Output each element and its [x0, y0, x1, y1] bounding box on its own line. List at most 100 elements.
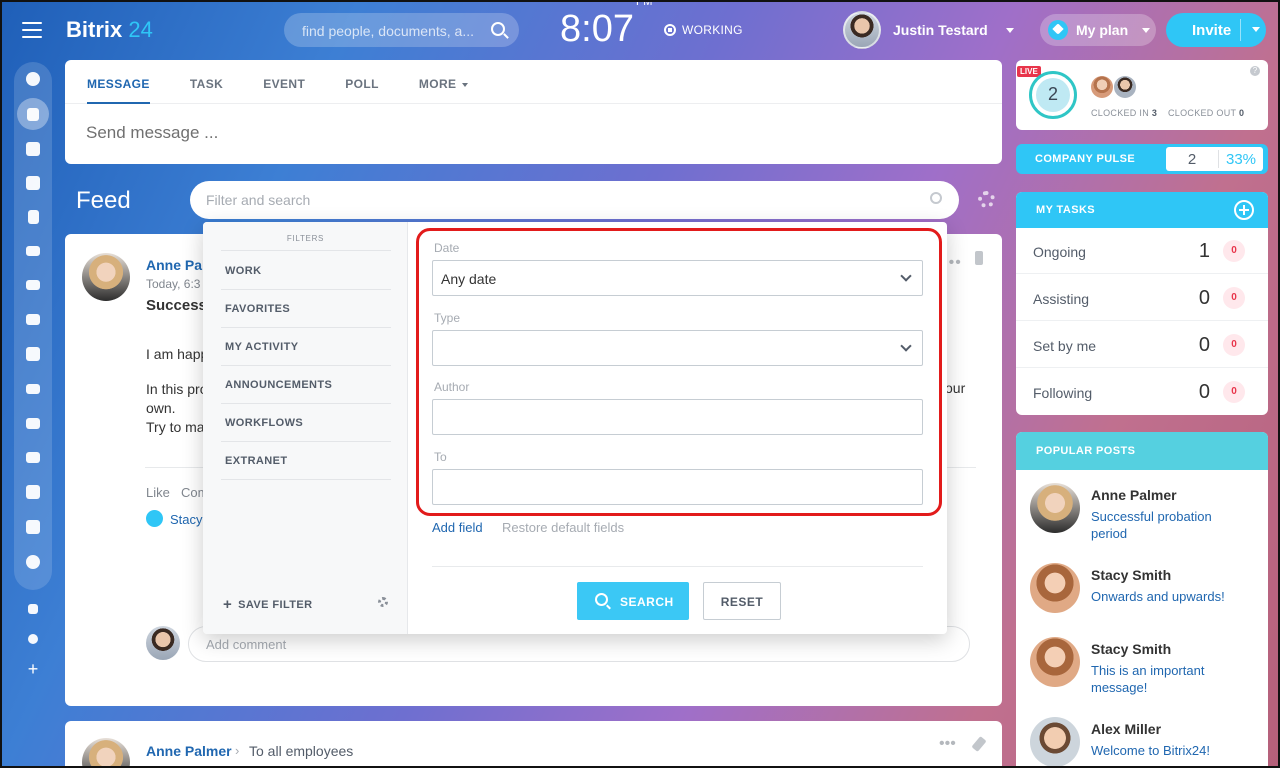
feed-settings-gear-icon[interactable]: [978, 191, 995, 208]
global-search-input[interactable]: find people, documents, a...: [284, 13, 519, 47]
author-avatar[interactable]: [1030, 563, 1080, 613]
commenter-avatar: [146, 626, 180, 660]
documents-icon[interactable]: [22, 206, 44, 228]
task-row-label: Assisting: [1033, 291, 1090, 307]
author-avatar[interactable]: [1030, 717, 1080, 767]
pin-icon[interactable]: [975, 251, 983, 265]
filter-presets-panel: FILTERS WORK FAVORITES MY ACTIVITY ANNOU…: [203, 222, 408, 634]
task-row-ongoing[interactable]: Ongoing 1 0: [1016, 228, 1268, 274]
logo-number: 24: [128, 17, 153, 42]
liker-name[interactable]: Stacy: [170, 512, 203, 527]
crm-funnel-icon[interactable]: [22, 378, 44, 400]
author-avatar[interactable]: [1030, 637, 1080, 687]
mail-icon[interactable]: [22, 274, 44, 296]
more-chevron-icon[interactable]: [22, 551, 44, 573]
left-nav-rail: +: [0, 0, 64, 768]
clocked-out-label: CLOCKED OUT: [1168, 108, 1237, 118]
robot-icon[interactable]: [22, 481, 44, 503]
apps-icon[interactable]: [22, 516, 44, 538]
filter-placeholder: Filter and search: [206, 192, 311, 208]
search-button[interactable]: SEARCH: [577, 582, 689, 620]
save-filter-button[interactable]: + SAVE FILTER: [223, 596, 312, 613]
app-logo[interactable]: Bitrix 24: [66, 17, 153, 43]
author-avatar[interactable]: [82, 253, 130, 301]
filter-preset-work[interactable]: WORK: [225, 265, 261, 277]
settings-gear-icon[interactable]: [22, 628, 44, 650]
more-dots-icon[interactable]: •••: [939, 735, 956, 753]
user-menu[interactable]: Justin Testard: [843, 11, 1014, 49]
help-icon[interactable]: ?: [1250, 66, 1260, 76]
task-row-following[interactable]: Following 0 0: [1016, 369, 1268, 415]
my-plan-button[interactable]: My plan: [1040, 14, 1156, 46]
pulse-value: 2: [1187, 151, 1197, 168]
filter-preset-my-activity[interactable]: MY ACTIVITY: [225, 341, 298, 353]
contact-center-icon[interactable]: [22, 446, 44, 468]
task-row-assisting[interactable]: Assisting 0 0: [1016, 275, 1268, 321]
employees-icon[interactable]: [22, 308, 44, 330]
popular-post-link[interactable]: Welcome to Bitrix24!: [1091, 742, 1251, 759]
company-pulse-widget[interactable]: COMPANY PULSE 2 33%: [1016, 144, 1268, 174]
pulse-values: 2 33%: [1166, 147, 1263, 171]
clock-time: 8:07: [560, 8, 634, 50]
pin-icon[interactable]: [971, 736, 987, 752]
tab-more[interactable]: MORE: [419, 60, 469, 103]
sitemap-icon[interactable]: [22, 598, 44, 620]
reset-button[interactable]: RESET: [703, 582, 781, 620]
pulse-percent: 33%: [1225, 151, 1257, 168]
feed-filter-input[interactable]: Filter and search: [190, 181, 959, 219]
employee-avatar[interactable]: [1091, 76, 1113, 98]
user-name: Justin Testard: [893, 22, 988, 38]
divider: [221, 365, 391, 366]
post-author[interactable]: Anne Palmer: [146, 743, 232, 759]
popular-post-link[interactable]: This is an important message!: [1091, 662, 1251, 696]
task-row-set-by-me[interactable]: Set by me 0 0: [1016, 322, 1268, 368]
filter-preset-workflows[interactable]: WORKFLOWS: [225, 417, 303, 429]
post-recipients[interactable]: To all employees: [249, 743, 353, 759]
add-task-plus-icon[interactable]: [1234, 200, 1254, 220]
tab-event[interactable]: EVENT: [263, 60, 305, 103]
my-tasks-title[interactable]: MY TASKS: [1036, 204, 1095, 216]
filter-preset-extranet[interactable]: EXTRANET: [225, 455, 287, 467]
calendar-icon[interactable]: [22, 172, 44, 194]
search-icon: [595, 593, 608, 606]
invite-label: Invite: [1192, 22, 1232, 39]
tasks-icon[interactable]: [22, 343, 44, 365]
task-row-label: Ongoing: [1033, 244, 1086, 260]
chat-icon[interactable]: [22, 138, 44, 160]
tab-poll[interactable]: POLL: [345, 60, 379, 103]
sites-icon[interactable]: [22, 68, 44, 90]
chevron-down-icon[interactable]: [1252, 27, 1260, 32]
tab-message[interactable]: MESSAGE: [87, 60, 150, 104]
add-plus-icon[interactable]: +: [22, 658, 44, 680]
like-link[interactable]: Like: [146, 485, 170, 500]
employee-avatar[interactable]: [1114, 76, 1136, 98]
work-status[interactable]: WORKING: [664, 23, 743, 37]
divider: [221, 250, 391, 251]
user-avatar[interactable]: [843, 11, 881, 49]
author-avatar[interactable]: [1030, 483, 1080, 533]
filter-settings-gear-icon[interactable]: [378, 597, 388, 607]
popular-post-link[interactable]: Onwards and upwards!: [1091, 588, 1251, 605]
task-row-badge: 0: [1223, 334, 1245, 356]
search-icon[interactable]: [491, 22, 505, 36]
restore-default-fields-link[interactable]: Restore default fields: [502, 520, 624, 535]
add-field-link[interactable]: Add field: [432, 520, 483, 535]
feed-icon[interactable]: [17, 98, 49, 130]
composer-tabs: MESSAGE TASK EVENT POLL MORE: [65, 60, 1002, 104]
message-input[interactable]: Send message ...: [86, 123, 218, 143]
post-author[interactable]: Anne Pal: [146, 257, 206, 273]
author-avatar[interactable]: [82, 738, 130, 768]
work-status-label: WORKING: [682, 23, 743, 37]
menu-icon[interactable]: [22, 22, 42, 38]
popular-post-author: Stacy Smith: [1091, 567, 1172, 583]
popular-post-link[interactable]: Successful probation period: [1091, 508, 1251, 542]
invite-button[interactable]: Invite: [1166, 13, 1266, 47]
tab-task[interactable]: TASK: [190, 60, 223, 103]
chevron-down-icon: [462, 82, 469, 87]
cart-icon[interactable]: [22, 412, 44, 434]
filter-preset-announcements[interactable]: ANNOUNCEMENTS: [225, 379, 332, 391]
drive-icon[interactable]: [22, 240, 44, 262]
filter-preset-favorites[interactable]: FAVORITES: [225, 303, 290, 315]
search-icon[interactable]: [930, 192, 942, 204]
clocked-count-ring[interactable]: 2: [1029, 71, 1077, 119]
